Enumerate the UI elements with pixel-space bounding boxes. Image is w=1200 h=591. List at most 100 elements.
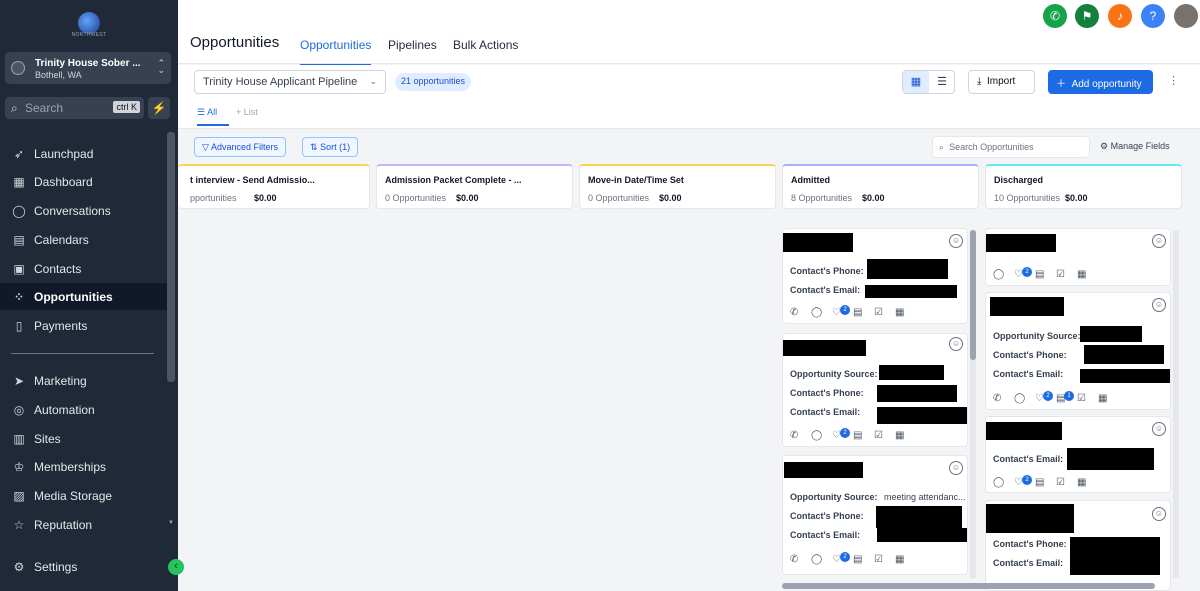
subtab-list[interactable]: + List	[236, 107, 258, 117]
sidebar-item-dashboard[interactable]: ▦ Dashboard	[0, 168, 167, 195]
add-opportunity-button[interactable]: ＋ Add opportunity	[1048, 70, 1153, 94]
sidebar-item-calendars[interactable]: ▤ Calendars	[0, 226, 167, 253]
bell-icon[interactable]: ♪	[1108, 4, 1132, 28]
tag-count-badge: 2	[840, 552, 850, 562]
tab-pipelines[interactable]: Pipelines	[388, 38, 437, 52]
sidebar-search[interactable]: ⌕ Search ctrl K	[5, 97, 144, 119]
assign-user-icon[interactable]: ☺	[1152, 234, 1166, 248]
phone-icon[interactable]: ✆	[993, 393, 1014, 404]
task-icon[interactable]: ☑	[1056, 477, 1077, 488]
chat-icon[interactable]: ◯	[811, 554, 832, 565]
opportunity-card[interactable]: ☺ Contact's Email: ◯ ♡ 2 ▤ ☑ ▦	[985, 416, 1171, 493]
tag-icon[interactable]: ♡ 2	[1014, 475, 1035, 488]
sidebar-item-label: Automation	[34, 402, 95, 417]
phone-icon[interactable]: ✆	[790, 554, 811, 565]
redacted-email	[1080, 369, 1170, 383]
note-icon[interactable]: ▤	[853, 430, 874, 441]
note-icon[interactable]: ▤	[1035, 477, 1056, 488]
subtab-all[interactable]: ☰ All	[197, 107, 229, 126]
tag-icon[interactable]: ♡ 2	[1014, 267, 1035, 280]
chat-icon[interactable]: ◯	[811, 307, 832, 318]
opportunity-card[interactable]: ☺ ◯ ♡ 2 ▤ ☑ ▦	[985, 228, 1171, 286]
note-icon[interactable]: ▤	[853, 554, 874, 565]
calendar-icon[interactable]: ▦	[1077, 477, 1098, 488]
tag-icon[interactable]: ♡ 2	[832, 428, 853, 441]
calendar-icon[interactable]: ▦	[1077, 269, 1098, 280]
board-horizontal-scrollbar[interactable]	[782, 583, 1155, 589]
calendar-icon[interactable]: ▦	[895, 307, 916, 318]
search-opportunities-input[interactable]: ⌕ Search Opportunities	[932, 136, 1090, 158]
more-options-icon[interactable]: ⋮	[1168, 74, 1179, 87]
manage-fields-button[interactable]: ⚙ Manage Fields	[1100, 141, 1170, 152]
sidebar-item-payments[interactable]: ▯ Payments	[0, 312, 167, 339]
scroll-thumb[interactable]	[970, 230, 976, 360]
chat-icon[interactable]: ◯	[811, 430, 832, 441]
phone-icon[interactable]: ✆	[1043, 4, 1067, 28]
assign-user-icon[interactable]: ☺	[949, 337, 963, 351]
task-icon[interactable]: ☑	[874, 554, 895, 565]
list-view-icon[interactable]: ☰	[929, 71, 955, 93]
sidebar-item-contacts[interactable]: ▣ Contacts	[0, 255, 167, 282]
calendar-icon[interactable]: ▦	[1098, 393, 1119, 404]
quick-action-bolt-icon[interactable]: ⚡	[148, 97, 170, 119]
announcement-icon[interactable]: ⚑	[1075, 4, 1099, 28]
sidebar-item-launchpad[interactable]: ➶ Launchpad	[0, 140, 167, 167]
assign-user-icon[interactable]: ☺	[949, 234, 963, 248]
tag-count-badge: 2	[1022, 267, 1032, 277]
opportunity-card[interactable]: ☺ Contact's Phone: Contact's Email:	[985, 500, 1171, 591]
note-icon[interactable]: ▤	[853, 307, 874, 318]
tag-icon[interactable]: ♡ 2	[832, 305, 853, 318]
assign-user-icon[interactable]: ☺	[1152, 422, 1166, 436]
opportunity-card[interactable]: ☺ Opportunity Source: Contact's Phone: C…	[782, 333, 968, 447]
sidebar-item-opportunities[interactable]: ⁘ Opportunities	[0, 283, 167, 310]
assign-user-icon[interactable]: ☺	[1152, 298, 1166, 312]
task-icon[interactable]: ☑	[1056, 269, 1077, 280]
opportunity-card[interactable]: ☺ Opportunity Source: meeting attendanc.…	[782, 455, 968, 575]
help-icon[interactable]: ?	[1141, 4, 1165, 28]
note-icon[interactable]: ▤	[1035, 269, 1056, 280]
assign-user-icon[interactable]: ☺	[1152, 507, 1166, 521]
assign-user-icon[interactable]: ☺	[949, 461, 963, 475]
task-icon[interactable]: ☑	[874, 430, 895, 441]
task-icon[interactable]: ☑	[874, 307, 895, 318]
sidebar-item-marketing[interactable]: ➤ Marketing	[0, 367, 167, 394]
discharged-column-scrollbar[interactable]	[1173, 230, 1179, 578]
scroll-down-arrow-icon[interactable]: ▼	[168, 520, 174, 526]
admitted-column-scrollbar[interactable]	[970, 230, 976, 578]
sort-button[interactable]: ⇅ Sort (1)	[302, 137, 359, 157]
calendar-icon[interactable]: ▦	[895, 430, 916, 441]
stage-count: 10 Opportunities	[994, 193, 1061, 203]
opportunity-source-label: Opportunity Source:	[993, 331, 1081, 341]
advanced-filters-button[interactable]: ▽ Advanced Filters	[194, 137, 286, 157]
opportunity-card[interactable]: ☺ Contact's Phone: Contact's Email: ✆ ◯ ♡ 2…	[782, 228, 968, 324]
avatar[interactable]	[1174, 4, 1198, 28]
grid-view-icon[interactable]: ▦	[903, 71, 929, 93]
card-actions: ◯ ♡ 2 ▤ ☑ ▦	[993, 475, 1098, 488]
pipeline-select[interactable]: Trinity House Applicant Pipeline ⌄	[194, 70, 386, 94]
sidebar-item-conversations[interactable]: ◯ Conversations	[0, 197, 167, 224]
tab-opportunities[interactable]: Opportunities	[300, 38, 372, 66]
sidebar-item-sites[interactable]: ▥ Sites	[0, 425, 167, 452]
opportunities-icon: ⁘	[13, 289, 25, 304]
sidebar-item-settings[interactable]: ⚙ Settings	[0, 553, 167, 580]
opportunity-card[interactable]: ☺ Opportunity Source: Contact's Phone: C…	[985, 292, 1171, 410]
import-button[interactable]: ⤓ Import	[968, 70, 1035, 94]
tag-icon[interactable]: ♡ 2	[1035, 391, 1056, 404]
phone-icon[interactable]: ✆	[790, 307, 811, 318]
scroll-thumb[interactable]	[1173, 230, 1179, 350]
task-icon[interactable]: ☑	[1077, 393, 1098, 404]
sidebar-item-media-storage[interactable]: ▨ Media Storage	[0, 482, 167, 509]
chat-icon[interactable]: ◯	[1014, 393, 1035, 404]
calendar-icon[interactable]: ▦	[895, 554, 916, 565]
sidebar-scrollbar[interactable]	[167, 132, 175, 382]
account-switcher[interactable]: Trinity House Sober ... Bothell, WA ⌃ ⌄	[5, 52, 171, 84]
sidebar-item-reputation[interactable]: ☆ Reputation	[0, 511, 167, 538]
sidebar-item-memberships[interactable]: ♔ Memberships	[0, 453, 167, 480]
tab-bulk-actions[interactable]: Bulk Actions	[453, 38, 518, 52]
sidebar-item-automation[interactable]: ◎ Automation	[0, 396, 167, 423]
tag-icon[interactable]: ♡ 2	[832, 552, 853, 565]
phone-icon[interactable]: ✆	[790, 430, 811, 441]
chat-icon[interactable]: ◯	[993, 269, 1014, 280]
chat-icon[interactable]: ◯	[993, 477, 1014, 488]
note-icon[interactable]: ▤ 1	[1056, 391, 1077, 404]
